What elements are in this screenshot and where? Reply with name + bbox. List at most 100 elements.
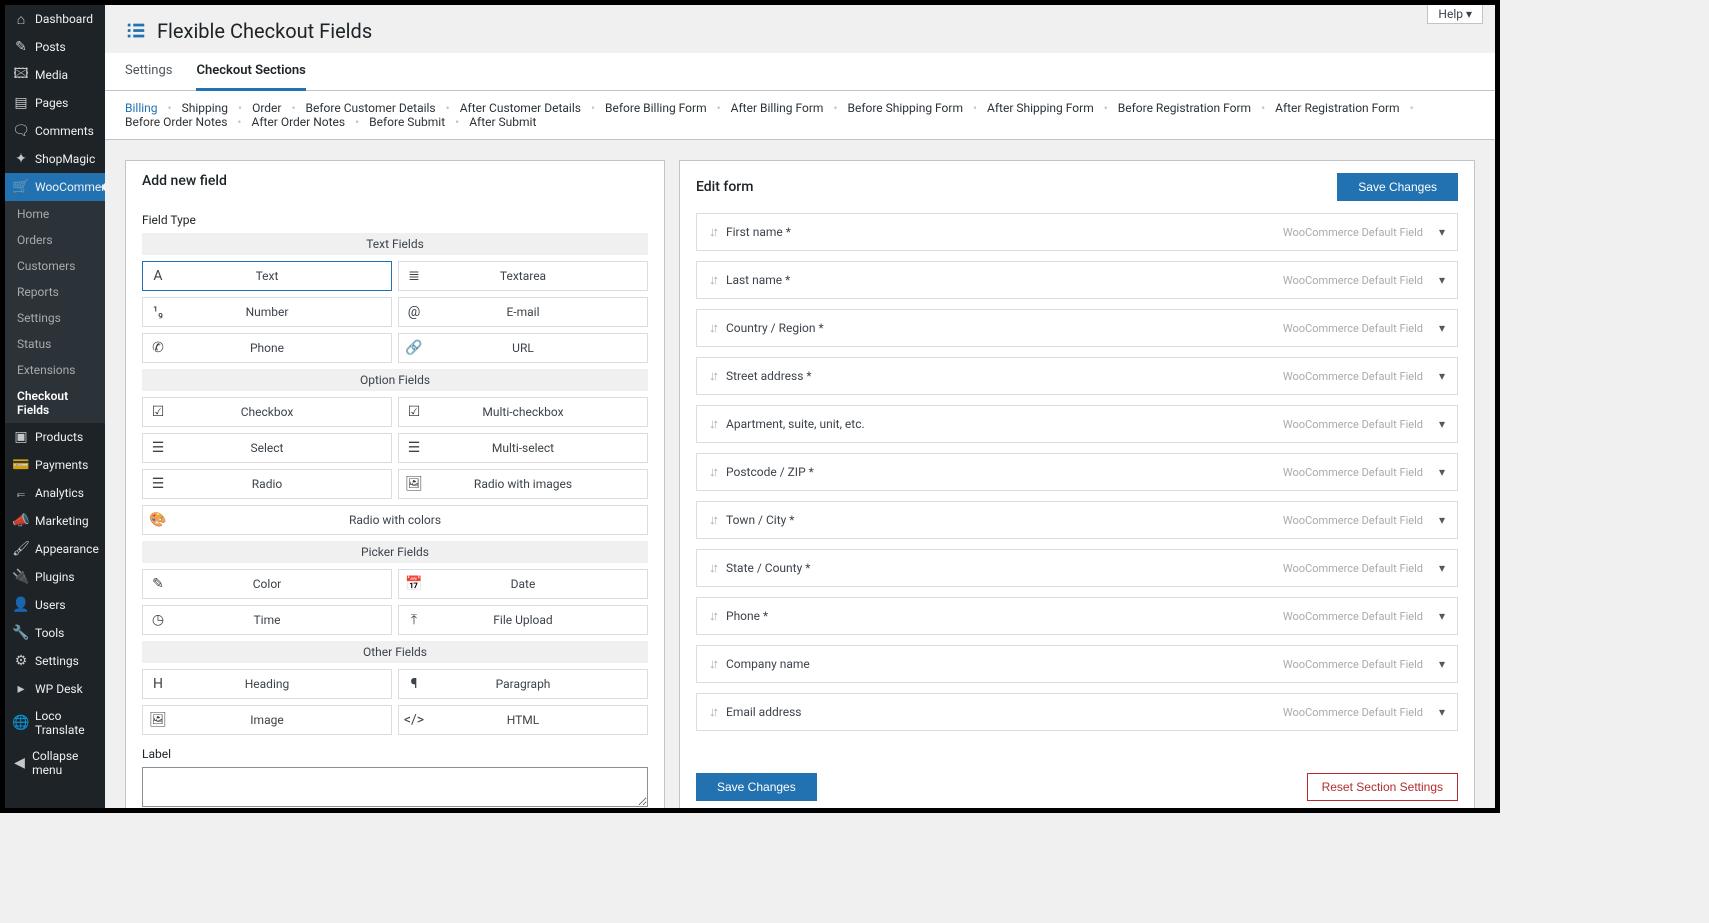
field-type-file-upload[interactable]: ⤒File Upload	[398, 605, 648, 635]
sidebar-subitem-home[interactable]: Home	[5, 201, 105, 227]
drag-handle-icon[interactable]: ↓↑	[709, 320, 716, 336]
sidebar-item-comments[interactable]: 🗨Comments	[5, 117, 105, 145]
chevron-down-icon[interactable]: ▾	[1439, 561, 1445, 575]
section-tab-after-shipping-form[interactable]: After Shipping Form	[987, 101, 1094, 115]
chevron-down-icon[interactable]: ▾	[1439, 513, 1445, 527]
drag-handle-icon[interactable]: ↓↑	[709, 224, 716, 240]
field-type-radio-with-images[interactable]: 🖼Radio with images	[398, 469, 648, 499]
sidebar-item-users[interactable]: 👤Users	[5, 591, 105, 619]
field-type-radio[interactable]: ☰Radio	[142, 469, 392, 499]
section-tab-after-order-notes[interactable]: After Order Notes	[251, 115, 345, 129]
form-field-row[interactable]: ↓↑Apartment, suite, unit, etc.WooCommerc…	[696, 405, 1458, 443]
section-tab-shipping[interactable]: Shipping	[182, 101, 228, 115]
sidebar-item-tools[interactable]: 🔧Tools	[5, 619, 105, 647]
drag-handle-icon[interactable]: ↓↑	[709, 416, 716, 432]
sidebar-item-shopmagic[interactable]: ✦ShopMagic	[5, 145, 105, 173]
sidebar-item-marketing[interactable]: 📣Marketing	[5, 507, 105, 535]
drag-handle-icon[interactable]: ↓↑	[709, 368, 716, 384]
drag-handle-icon[interactable]: ↓↑	[709, 656, 716, 672]
tab-settings[interactable]: Settings	[125, 53, 172, 90]
form-field-row[interactable]: ↓↑First name *WooCommerce Default Field▾	[696, 213, 1458, 251]
sidebar-item-media[interactable]: 🖾Media	[5, 61, 105, 89]
chevron-down-icon[interactable]: ▾	[1439, 369, 1445, 383]
field-type-phone[interactable]: ✆Phone	[142, 333, 392, 363]
form-field-row[interactable]: ↓↑State / County *WooCommerce Default Fi…	[696, 549, 1458, 587]
chevron-down-icon[interactable]: ▾	[1439, 321, 1445, 335]
section-tab-after-submit[interactable]: After Submit	[469, 115, 536, 129]
section-tab-before-customer-details[interactable]: Before Customer Details	[306, 101, 436, 115]
section-tab-after-billing-form[interactable]: After Billing Form	[731, 101, 824, 115]
section-tab-billing[interactable]: Billing	[125, 101, 158, 115]
field-type-image[interactable]: 🖼Image	[142, 705, 392, 735]
section-tab-order[interactable]: Order	[252, 101, 281, 115]
chevron-down-icon[interactable]: ▾	[1439, 657, 1445, 671]
save-changes-bottom-button[interactable]: Save Changes	[696, 773, 817, 801]
field-type-multi-checkbox[interactable]: ☑Multi-checkbox	[398, 397, 648, 427]
form-field-row[interactable]: ↓↑Street address *WooCommerce Default Fi…	[696, 357, 1458, 395]
field-type-number[interactable]: ¹₉Number	[142, 297, 392, 327]
sidebar-item-woocommerce[interactable]: 🛒WooCommerce	[5, 173, 105, 201]
drag-handle-icon[interactable]: ↓↑	[709, 272, 716, 288]
sidebar-item-appearance[interactable]: 🖌Appearance	[5, 535, 105, 563]
sidebar-item-collapse-menu[interactable]: ◀Collapse menu	[5, 743, 105, 783]
field-type-url[interactable]: 🔗URL	[398, 333, 648, 363]
chevron-down-icon[interactable]: ▾	[1439, 465, 1445, 479]
section-tab-before-billing-form[interactable]: Before Billing Form	[605, 101, 707, 115]
field-type-e-mail[interactable]: @E-mail	[398, 297, 648, 327]
sidebar-subitem-status[interactable]: Status	[5, 331, 105, 357]
field-type-multi-select[interactable]: ☰Multi-select	[398, 433, 648, 463]
field-type-time[interactable]: ◷Time	[142, 605, 392, 635]
form-field-row[interactable]: ↓↑Phone *WooCommerce Default Field▾	[696, 597, 1458, 635]
sidebar-subitem-checkout-fields[interactable]: Checkout Fields	[5, 383, 105, 423]
save-changes-top-button[interactable]: Save Changes	[1337, 173, 1458, 201]
sidebar-item-loco-translate[interactable]: 🌐Loco Translate	[5, 703, 105, 743]
label-input[interactable]	[142, 767, 648, 807]
section-tab-after-registration-form[interactable]: After Registration Form	[1275, 101, 1399, 115]
drag-handle-icon[interactable]: ↓↑	[709, 560, 716, 576]
chevron-down-icon[interactable]: ▾	[1439, 417, 1445, 431]
chevron-down-icon[interactable]: ▾	[1439, 705, 1445, 719]
form-field-row[interactable]: ↓↑Country / Region *WooCommerce Default …	[696, 309, 1458, 347]
sidebar-item-products[interactable]: ▣Products	[5, 423, 105, 451]
sidebar-item-pages[interactable]: ▤Pages	[5, 89, 105, 117]
reset-section-button[interactable]: Reset Section Settings	[1307, 773, 1458, 801]
field-type-date[interactable]: 📅Date	[398, 569, 648, 599]
help-tab[interactable]: Help ▾	[1427, 5, 1483, 24]
sidebar-subitem-settings[interactable]: Settings	[5, 305, 105, 331]
field-type-paragraph[interactable]: ¶Paragraph	[398, 669, 648, 699]
form-field-row[interactable]: ↓↑Town / City *WooCommerce Default Field…	[696, 501, 1458, 539]
drag-handle-icon[interactable]: ↓↑	[709, 464, 716, 480]
section-tab-before-shipping-form[interactable]: Before Shipping Form	[848, 101, 963, 115]
drag-handle-icon[interactable]: ↓↑	[709, 704, 716, 720]
sidebar-item-payments[interactable]: 💳Payments	[5, 451, 105, 479]
form-field-row[interactable]: ↓↑Email addressWooCommerce Default Field…	[696, 693, 1458, 731]
drag-handle-icon[interactable]: ↓↑	[709, 608, 716, 624]
chevron-down-icon[interactable]: ▾	[1439, 225, 1445, 239]
sidebar-item-dashboard[interactable]: ⌂Dashboard	[5, 5, 105, 33]
field-type-heading[interactable]: HHeading	[142, 669, 392, 699]
form-field-row[interactable]: ↓↑Postcode / ZIP *WooCommerce Default Fi…	[696, 453, 1458, 491]
field-type-html[interactable]: </>HTML	[398, 705, 648, 735]
sidebar-item-analytics[interactable]: ⫭Analytics	[5, 479, 105, 507]
form-field-row[interactable]: ↓↑Company nameWooCommerce Default Field▾	[696, 645, 1458, 683]
tab-checkout-sections[interactable]: Checkout Sections	[196, 53, 305, 91]
section-tab-before-submit[interactable]: Before Submit	[369, 115, 445, 129]
sidebar-subitem-customers[interactable]: Customers	[5, 253, 105, 279]
field-type-radio-with-colors[interactable]: 🎨Radio with colors	[142, 505, 648, 535]
sidebar-subitem-extensions[interactable]: Extensions	[5, 357, 105, 383]
field-type-textarea[interactable]: ≣Textarea	[398, 261, 648, 291]
sidebar-item-plugins[interactable]: 🔌Plugins	[5, 563, 105, 591]
section-tab-before-registration-form[interactable]: Before Registration Form	[1118, 101, 1251, 115]
sidebar-item-wp-desk[interactable]: ▸WP Desk	[5, 675, 105, 703]
field-type-checkbox[interactable]: ☑Checkbox	[142, 397, 392, 427]
sidebar-subitem-orders[interactable]: Orders	[5, 227, 105, 253]
sidebar-item-posts[interactable]: ✎Posts	[5, 33, 105, 61]
drag-handle-icon[interactable]: ↓↑	[709, 512, 716, 528]
field-type-select[interactable]: ☰Select	[142, 433, 392, 463]
sidebar-item-settings[interactable]: ⚙Settings	[5, 647, 105, 675]
section-tab-after-customer-details[interactable]: After Customer Details	[460, 101, 581, 115]
chevron-down-icon[interactable]: ▾	[1439, 609, 1445, 623]
section-tab-before-order-notes[interactable]: Before Order Notes	[125, 115, 227, 129]
field-type-text[interactable]: AText	[142, 261, 392, 291]
chevron-down-icon[interactable]: ▾	[1439, 273, 1445, 287]
